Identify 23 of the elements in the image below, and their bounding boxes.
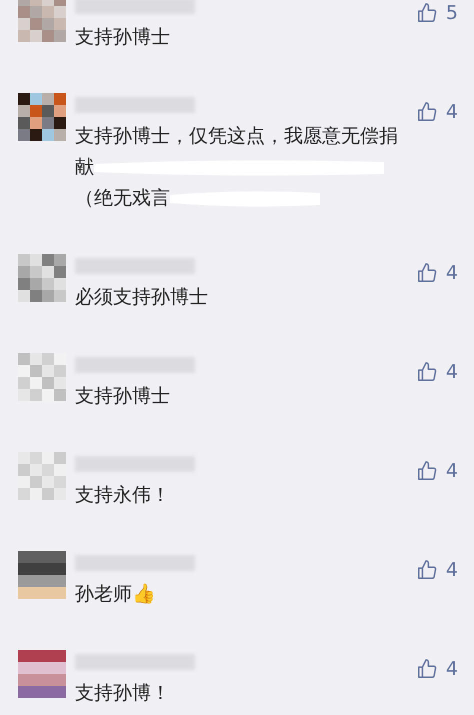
thumbs-up-icon[interactable] [416,361,438,383]
comment-text: 支持孙博士 [75,25,170,50]
thumbs-up-icon[interactable] [416,559,438,581]
comment-text: 支持孙博士，仅凭这点，我愿意无偿捐 [75,124,398,149]
comment-text: 必须支持孙博士 [75,285,208,310]
like-count: 5 [446,2,458,24]
like-count: 4 [446,361,458,383]
thumbs-up-icon[interactable] [416,262,438,284]
comment-text: 支持永伟！ [75,483,170,508]
thumbs-up-icon[interactable] [416,460,438,482]
like-count: 4 [446,460,458,482]
like-count: 4 [446,559,458,581]
thumbs-up-icon[interactable] [416,101,438,123]
thumbs-up-icon[interactable] [416,2,438,24]
comment-text: 支持孙博士 [75,384,170,409]
comment-text: 支持孙博！ [75,681,170,706]
comment-text: 献 [75,155,94,180]
like-count: 4 [446,101,458,123]
like-count: 4 [446,658,458,680]
comment-text: （绝无戏言 [75,186,170,211]
comment-text: 孙老师👍 [75,582,156,607]
like-count: 4 [446,262,458,284]
thumbs-up-icon[interactable] [416,658,438,680]
